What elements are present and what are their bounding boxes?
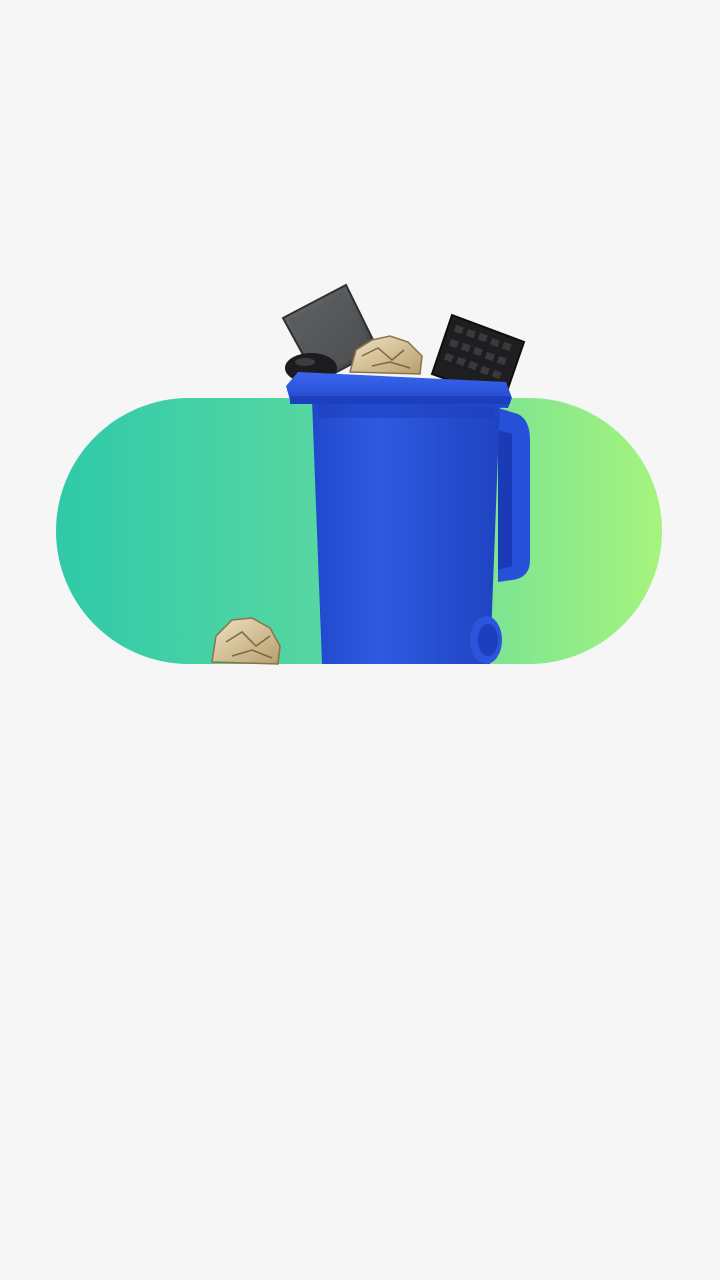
bin-handle	[498, 408, 530, 582]
bin-wheel	[470, 616, 502, 664]
onboarding-screen	[0, 0, 720, 1280]
hero-illustration	[56, 283, 662, 665]
